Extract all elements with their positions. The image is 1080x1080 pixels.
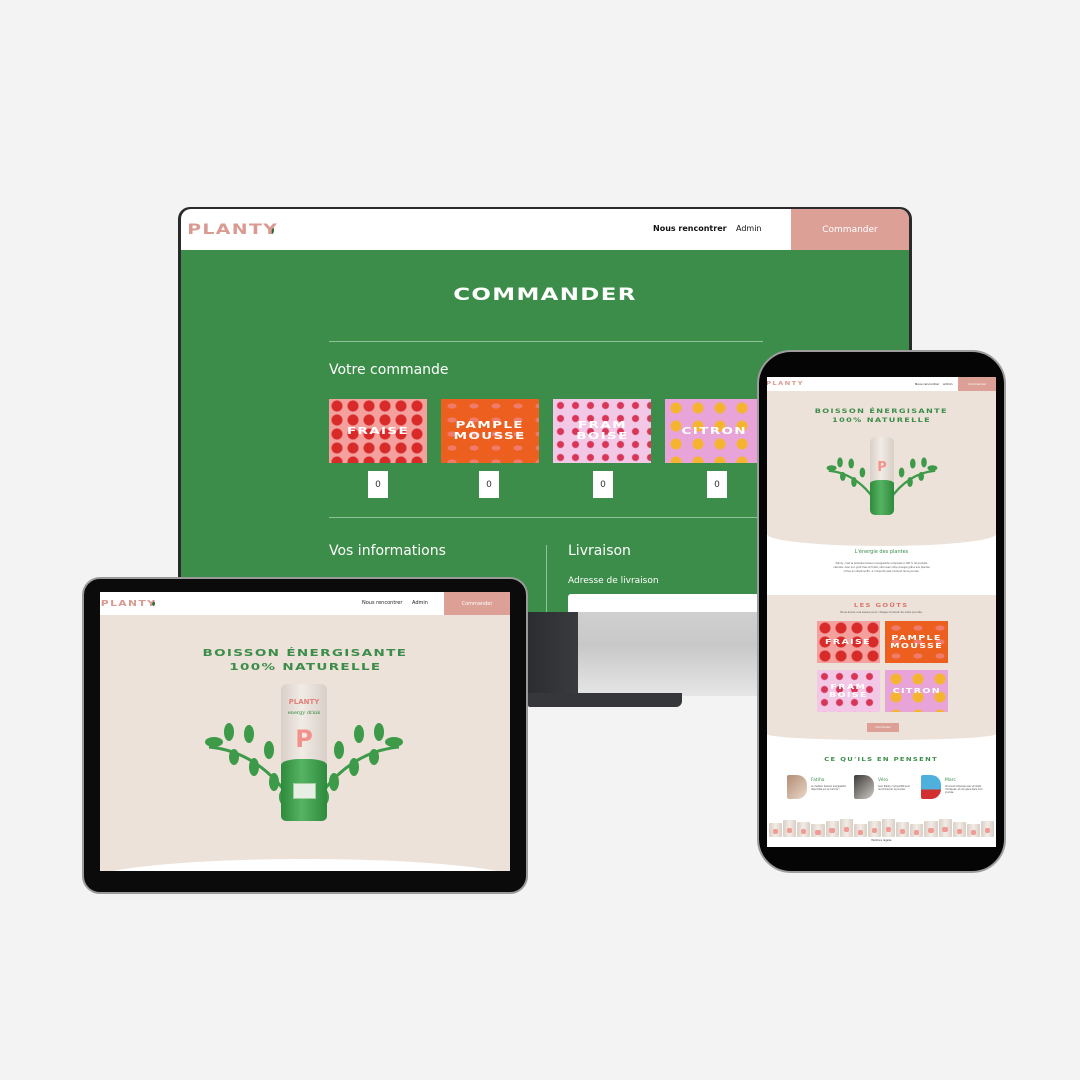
reviews-title: CE QU'ILS EN PENSENT [824, 757, 939, 763]
flavours-section: LES GOÛTS Nous avons une saveur pour cha… [767, 595, 996, 740]
quantity-input-pamplemousse[interactable]: 0 [479, 471, 499, 498]
avatar [921, 775, 941, 799]
flavours-title: LES GOÛTS [854, 603, 909, 609]
phone-mockup: PLANTY Nous rencontrer Admin Commander B… [757, 350, 1006, 873]
phone-notch [845, 352, 921, 370]
hero-title: BOISSON ÉNERGISANTE 100% NATURELLE [814, 408, 949, 424]
energy-description: Planty, c'est la première boisson énergi… [833, 562, 930, 573]
flavour-card-citron[interactable]: CITRON [885, 670, 948, 712]
info-section-title: Vos informations [329, 543, 446, 559]
energy-title: L'énergie des plantes [854, 549, 909, 555]
hero-title: BOISSON ÉNERGISANTE 100% NATURELLE [202, 648, 408, 673]
flavour-card-pamplemousse[interactable]: PAMPLE MOUSSE [885, 621, 948, 663]
monitor-stand-base [528, 693, 682, 707]
address-input[interactable] [568, 594, 768, 612]
flavour-card-citron[interactable]: CITRON [665, 399, 763, 463]
avatar [854, 775, 874, 799]
quantity-input-fraise[interactable]: 0 [368, 471, 388, 498]
quantity-input-framboise[interactable]: 0 [593, 471, 613, 498]
nav-link-nous-rencontrer[interactable]: Nous rencontrer [362, 600, 402, 606]
review-card: Marc Un boost d'énergie avec produits ch… [921, 775, 987, 801]
tablet-home-page: PLANTY Nous rencontrer Admin Commander B… [100, 592, 510, 871]
review-card: Fatiha Le meilleur boisson énergisante d… [787, 775, 853, 801]
tablet-navbar: PLANTY Nous rencontrer Admin Commander [100, 592, 510, 615]
nav-link-admin[interactable]: Admin [412, 600, 428, 606]
page-title: COMMANDER [453, 285, 637, 305]
nav-link-admin[interactable]: Admin [943, 382, 953, 386]
tablet-mockup: PLANTY Nous rencontrer Admin Commander B… [82, 577, 528, 894]
address-label: Adresse de livraison [568, 576, 659, 586]
hero-section: BOISSON ÉNERGISANTE 100% NATURELLE P [767, 391, 996, 546]
flavours-commander-button[interactable]: Commander [867, 723, 899, 732]
nav-link-nous-rencontrer[interactable]: Nous rencontrer [915, 382, 939, 386]
divider [329, 341, 763, 342]
footer-legal-link[interactable]: Mentions légales [767, 839, 996, 842]
logo[interactable]: PLANTY [767, 381, 802, 387]
logo[interactable]: PLANTY [187, 222, 277, 238]
energy-drink-can: PLANTY energy drink P [281, 684, 327, 821]
flavour-card-fraise[interactable]: FRAISE [329, 399, 427, 463]
vertical-divider [546, 545, 547, 612]
monitor-stand [528, 611, 578, 696]
energy-drink-can: P [870, 437, 894, 515]
flavour-card-fraise[interactable]: FRAISE [817, 621, 880, 663]
flavour-card-framboise[interactable]: FRAM BOISE [817, 670, 880, 712]
divider [329, 517, 763, 518]
cans-banner [767, 819, 996, 837]
section-divider-curve [100, 859, 510, 871]
nav-commander-button[interactable]: Commander [791, 209, 909, 250]
logo[interactable]: PLANTY [101, 599, 156, 608]
quantity-input-citron[interactable]: 0 [707, 471, 727, 498]
flavour-list: FRAISE PAMPLE MOUSSE FRAM BOISE CITRON [329, 399, 763, 463]
nav-link-admin[interactable]: Admin [736, 224, 762, 233]
flavour-card-framboise[interactable]: FRAM BOISE [553, 399, 651, 463]
desktop-navbar: PLANTY Nous rencontrer Admin Commander [181, 209, 909, 250]
flavours-subtitle: Nous avons une saveur pour chaque moment… [840, 611, 923, 614]
phone-home-page: PLANTY Nous rencontrer Admin Commander B… [767, 377, 996, 847]
delivery-section-title: Livraison [568, 543, 631, 559]
nav-commander-button[interactable]: Commander [444, 592, 510, 615]
monitor-stand-shadow [578, 611, 764, 696]
order-section-title: Votre commande [329, 362, 449, 378]
flavour-card-pamplemousse[interactable]: PAMPLE MOUSSE [441, 399, 539, 463]
nav-link-nous-rencontrer[interactable]: Nous rencontrer [653, 224, 727, 233]
nav-commander-button[interactable]: Commander [958, 377, 996, 391]
phone-navbar: PLANTY Nous rencontrer Admin Commander [767, 377, 996, 391]
review-card: Véro Avec Planty c'est parfait pour reco… [854, 775, 920, 801]
avatar [787, 775, 807, 799]
